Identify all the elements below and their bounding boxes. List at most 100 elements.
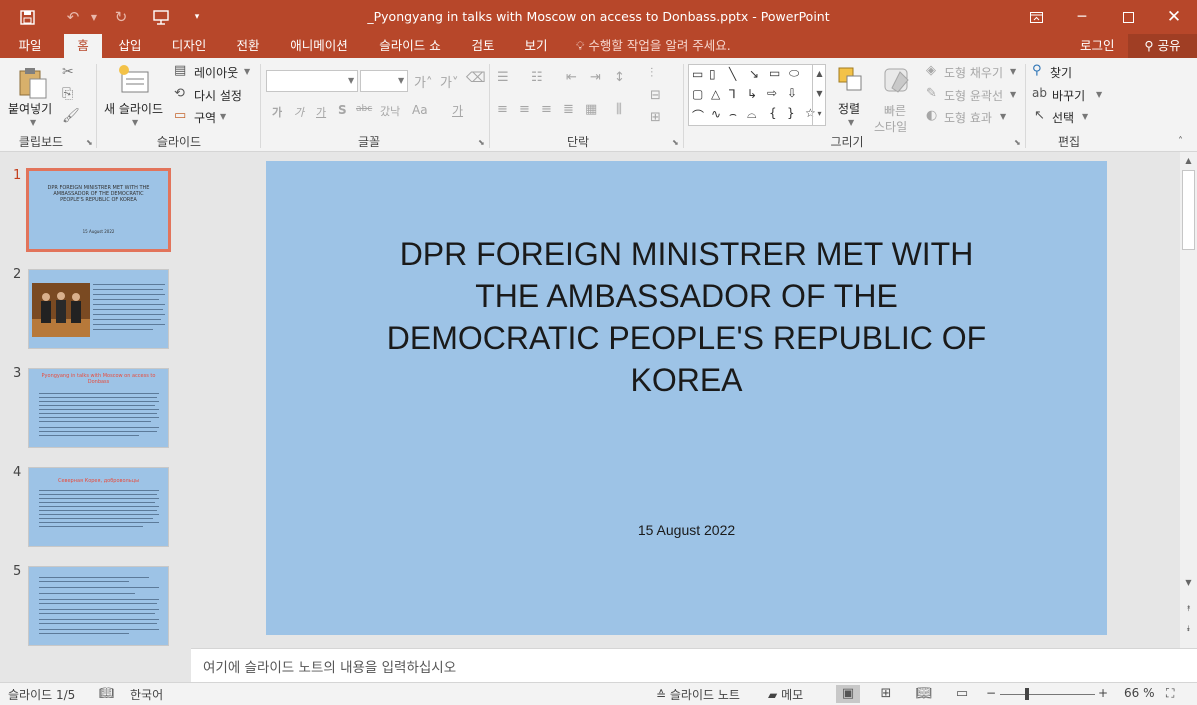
sign-in-link[interactable]: 로그인 bbox=[1080, 34, 1115, 58]
spelling-check-icon[interactable]: 📖︎ bbox=[99, 686, 114, 700]
replace-button[interactable]: ab 바꾸기 ▼ bbox=[1032, 86, 1108, 105]
text-direction-icon[interactable]: ⫶ bbox=[650, 66, 653, 81]
shapes-scroll[interactable]: ▲ ▼ ▾ bbox=[812, 64, 826, 126]
tab-slideshow[interactable]: 슬라이드 쇼 bbox=[370, 34, 450, 58]
strikethrough-icon[interactable]: abc bbox=[356, 104, 372, 114]
textbox-shape-icon[interactable]: ▭ bbox=[692, 67, 703, 81]
shape-fill-button[interactable]: ◈ 도형 채우기 ▼ bbox=[926, 63, 1022, 82]
tab-transitions[interactable]: 전환 bbox=[226, 34, 270, 58]
shape-effects-button[interactable]: ◐ 도형 효과 ▼ bbox=[926, 108, 1022, 127]
zoom-level[interactable]: 66 % bbox=[1124, 686, 1155, 700]
triangle-shape-icon[interactable]: △ bbox=[711, 87, 720, 101]
tab-home[interactable]: 홈 bbox=[64, 34, 102, 58]
next-slide-icon[interactable]: ⯯ bbox=[1180, 622, 1197, 636]
tell-me-box[interactable]: 💡︎ 수행할 작업을 알려 주세요. bbox=[576, 34, 731, 58]
align-right-icon[interactable]: ≡ bbox=[541, 102, 552, 117]
slide-thumbnail-2[interactable] bbox=[28, 269, 169, 349]
font-launcher-icon[interactable]: ⬊ bbox=[478, 138, 485, 147]
font-size-dropdown-icon[interactable]: ▼ bbox=[398, 76, 404, 85]
align-left-icon[interactable]: ≡ bbox=[497, 102, 508, 117]
scroll-down-icon[interactable]: ▼ bbox=[1180, 576, 1197, 590]
rounded-rect-shape-icon[interactable]: ▢ bbox=[692, 87, 703, 101]
down-arrow-shape-icon[interactable]: ⇩ bbox=[787, 86, 797, 100]
character-spacing-icon[interactable]: 갔낙 bbox=[380, 103, 400, 119]
find-button[interactable]: ⚲ 찾기 bbox=[1032, 63, 1102, 82]
section-button[interactable]: ▭ 구역 ▼ bbox=[174, 108, 254, 127]
line-spacing-icon[interactable]: ↕ bbox=[614, 70, 625, 85]
close-icon[interactable]: ✕ bbox=[1151, 0, 1197, 34]
font-name-field[interactable] bbox=[266, 70, 358, 92]
cut-icon[interactable]: ✂ bbox=[62, 64, 74, 80]
scrollbar-thumb[interactable] bbox=[1182, 170, 1195, 250]
oval-shape-icon[interactable]: ⬭ bbox=[789, 66, 799, 81]
previous-slide-icon[interactable]: ⯭ bbox=[1180, 602, 1197, 616]
bullets-icon[interactable]: ☰ bbox=[497, 70, 509, 85]
zoom-slider-track[interactable] bbox=[1000, 694, 1095, 695]
decrease-indent-icon[interactable]: ⇤ bbox=[566, 70, 577, 85]
shadow-icon[interactable]: S bbox=[338, 103, 347, 117]
numbering-icon[interactable]: ☷ bbox=[531, 70, 543, 85]
format-painter-icon[interactable]: 🖌︎ bbox=[62, 108, 80, 124]
line-shape-icon[interactable]: ╲ bbox=[729, 67, 736, 81]
underline-icon[interactable]: 가 bbox=[316, 104, 326, 120]
comments-toggle[interactable]: ▰ 메모 bbox=[768, 686, 803, 703]
tab-view[interactable]: 보기 bbox=[516, 34, 556, 58]
shapes-gallery[interactable]: ▭ ▯ ╲ ↘ ▭ ⬭ ▢ △ ⅂ ↳ ⇨ ⇩ ⌒ ∿ ⌢ ⌓ { } ☆ bbox=[688, 64, 826, 126]
freeform-shape-icon[interactable]: ⌒ bbox=[692, 107, 704, 124]
slide-thumbnail-4[interactable]: Северная Корея, добровольцы bbox=[28, 467, 169, 547]
slide-thumbnail-5[interactable] bbox=[28, 566, 169, 646]
elbow-arrow-shape-icon[interactable]: ↳ bbox=[747, 87, 757, 101]
tab-insert[interactable]: 삽입 bbox=[110, 34, 150, 58]
tab-animations[interactable]: 애니메이션 bbox=[282, 34, 356, 58]
elbow-connector-shape-icon[interactable]: ⅂ bbox=[729, 87, 736, 101]
minimize-icon[interactable]: ─ bbox=[1059, 0, 1105, 34]
notes-toggle[interactable]: ≙ 슬라이드 노트 bbox=[656, 686, 740, 703]
ribbon-display-options-icon[interactable] bbox=[1013, 0, 1059, 34]
arrow-shape-icon[interactable]: ↘ bbox=[749, 67, 759, 81]
shape-outline-button[interactable]: ✎ 도형 윤곽선 ▼ bbox=[926, 86, 1022, 105]
italic-icon[interactable]: 가 bbox=[294, 104, 304, 120]
bold-icon[interactable]: 가 bbox=[272, 104, 282, 120]
fit-to-window-icon[interactable]: ⛶ bbox=[1166, 686, 1174, 701]
align-center-icon[interactable]: ≡ bbox=[519, 102, 530, 117]
increase-indent-icon[interactable]: ⇥ bbox=[590, 70, 601, 85]
notes-pane[interactable]: 여기에 슬라이드 노트의 내용을 입력하십시오 bbox=[191, 648, 1197, 682]
zoom-slider-thumb[interactable] bbox=[1025, 688, 1029, 700]
reading-view-icon[interactable]: 📖︎ bbox=[912, 685, 936, 703]
right-arrow-shape-icon[interactable]: ⇨ bbox=[767, 86, 777, 100]
quick-styles-button[interactable]: 빠른 스타일 bbox=[872, 62, 922, 134]
paste-button[interactable]: 붙여넣기 ▼ bbox=[8, 62, 56, 130]
select-button[interactable]: ↖ 선택 ▼ bbox=[1032, 108, 1102, 127]
slide-title[interactable]: DPR FOREIGN MINISTRER MET WITH THE AMBAS… bbox=[366, 233, 1007, 401]
distributed-icon[interactable]: ▦ bbox=[585, 102, 597, 117]
right-brace-shape-icon[interactable]: } bbox=[787, 106, 795, 120]
share-button[interactable]: ⚲ 공유 bbox=[1128, 34, 1197, 58]
reset-button[interactable]: ⟲ 다시 설정 bbox=[174, 86, 254, 105]
left-brace-shape-icon[interactable]: { bbox=[769, 106, 777, 120]
paragraph-launcher-icon[interactable]: ⬊ bbox=[672, 138, 679, 147]
clipboard-launcher-icon[interactable]: ⬊ bbox=[86, 138, 93, 147]
slide-thumbnail-3[interactable]: Pyongyang in talks with Moscow on access… bbox=[28, 368, 169, 448]
align-text-icon[interactable]: ⊟ bbox=[650, 88, 661, 103]
slideshow-view-icon[interactable]: ▭ bbox=[950, 685, 974, 703]
zoom-in-icon[interactable]: + bbox=[1098, 686, 1108, 700]
justify-icon[interactable]: ≣ bbox=[563, 102, 574, 117]
current-slide[interactable]: DPR FOREIGN MINISTRER MET WITH THE AMBAS… bbox=[266, 161, 1107, 635]
vertical-textbox-shape-icon[interactable]: ▯ bbox=[709, 67, 716, 81]
tab-design[interactable]: 디자인 bbox=[162, 34, 216, 58]
scribble-shape-icon[interactable]: ∿ bbox=[711, 107, 721, 121]
vertical-scrollbar[interactable]: ▲ ▼ ⯭ ⯯ bbox=[1180, 152, 1197, 648]
present-from-start-icon[interactable] bbox=[146, 2, 176, 32]
decrease-font-size-icon[interactable]: 가˅ bbox=[440, 72, 458, 91]
undo-icon[interactable]: ↶ bbox=[58, 2, 88, 32]
tab-review[interactable]: 검토 bbox=[462, 34, 504, 58]
clear-formatting-icon[interactable]: ⌫ bbox=[466, 70, 486, 86]
scroll-up-icon[interactable]: ▲ bbox=[1180, 154, 1197, 168]
columns-icon[interactable]: ⫼ bbox=[616, 102, 622, 117]
arrange-button[interactable]: 정렬 ▼ bbox=[834, 62, 868, 130]
change-case-icon[interactable]: Aa bbox=[412, 103, 428, 117]
new-slide-button[interactable]: 새 슬라이드 ▼ bbox=[102, 62, 170, 130]
maximize-icon[interactable] bbox=[1105, 0, 1151, 34]
smartart-icon[interactable]: ⊞ bbox=[650, 110, 661, 125]
rectangle-shape-icon[interactable]: ▭ bbox=[769, 66, 780, 80]
